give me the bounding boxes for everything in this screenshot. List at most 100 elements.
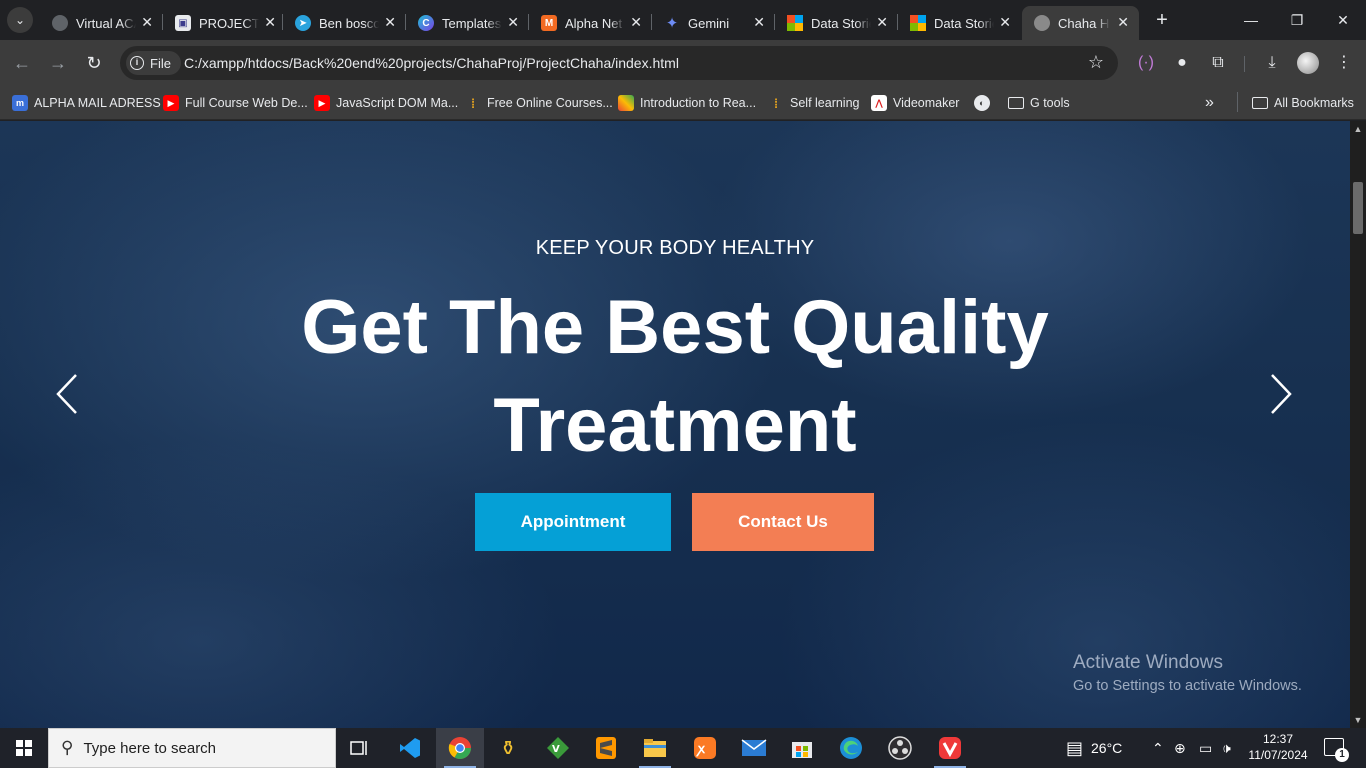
restore-button[interactable]: ❐ (1274, 0, 1320, 40)
close-window-button[interactable]: ✕ (1320, 0, 1366, 40)
carousel-next-icon[interactable] (1266, 371, 1296, 417)
scroll-thumb[interactable] (1353, 182, 1363, 234)
close-icon[interactable]: ✕ (141, 14, 153, 31)
taskbar-mail[interactable] (730, 728, 778, 768)
mail-m-icon: M (541, 15, 557, 31)
colorful-icon (618, 95, 634, 111)
taskbar-vscode[interactable] (386, 728, 434, 768)
bookmark-label: Free Online Courses... (487, 96, 613, 110)
close-icon[interactable]: ✕ (264, 14, 276, 31)
site-chip-label: File (150, 55, 171, 71)
bookmark-label: Introduction to Rea... (640, 96, 757, 110)
gemini-icon: ✦ (665, 15, 679, 32)
profile-avatar[interactable] (1297, 52, 1319, 74)
activate-windows-watermark: Activate Windows Go to Settings to activ… (1073, 652, 1302, 694)
bookmark-web-course[interactable]: ▶ Full Course Web De... (163, 92, 308, 114)
taskbar-lamp[interactable]: ⚱ (484, 728, 532, 768)
tab-title: Templates (442, 15, 502, 31)
task-view-button[interactable] (336, 728, 384, 768)
close-icon[interactable]: ✕ (630, 14, 642, 31)
close-icon[interactable]: ✕ (876, 14, 888, 31)
bookmark-globe[interactable]: ◐ (974, 92, 996, 114)
tab-search-button[interactable]: ⌄ (7, 7, 33, 33)
obs-icon (888, 736, 912, 760)
minimize-button[interactable]: — (1228, 0, 1274, 40)
taskbar-vim[interactable]: V (534, 728, 582, 768)
extension-icon[interactable]: (·) (1134, 51, 1158, 75)
bookmark-js-dom[interactable]: ▶ JavaScript DOM Ma... (314, 92, 458, 114)
address-bar[interactable]: i File C:/xampp/htdocs/Back%20end%20proj… (120, 46, 1118, 80)
bookmark-alpha-mail[interactable]: m ALPHA MAIL ADRESS (12, 92, 161, 114)
system-clock[interactable]: 12:37 11/07/2024 (1246, 731, 1310, 763)
taskbar-store[interactable] (778, 728, 826, 768)
taskbar-vivaldi[interactable] (926, 728, 974, 768)
tab-title: Gemini (688, 15, 730, 31)
forward-button[interactable]: → (45, 50, 71, 76)
taskbar-chrome[interactable] (436, 728, 484, 768)
tab-data-stories-1[interactable]: Data Storie ✕ (775, 6, 898, 40)
close-icon[interactable]: ✕ (999, 14, 1011, 31)
close-icon[interactable]: ✕ (1117, 14, 1129, 31)
mail-icon (741, 739, 767, 756)
puzzle-icon[interactable]: ⧉ (1206, 51, 1230, 75)
watermark-subtitle: Go to Settings to activate Windows. (1073, 678, 1302, 694)
bookmarks-overflow-button[interactable]: » (1205, 92, 1214, 114)
bookmark-label: Full Course Web De... (185, 96, 308, 110)
show-hidden-icons[interactable]: ⌃ (1152, 728, 1164, 768)
edge-icon (840, 737, 862, 759)
close-icon[interactable]: ✕ (384, 14, 396, 31)
tab-title: Data Storie (811, 15, 871, 31)
tab-alpha-net[interactable]: M Alpha Net ✕ (529, 6, 652, 40)
start-button[interactable] (0, 728, 48, 768)
url-text[interactable]: C:/xampp/htdocs/Back%20end%20projects/Ch… (184, 55, 679, 71)
bookmark-self-learning[interactable]: ⁞ Self learning (768, 92, 860, 114)
scroll-up-icon[interactable]: ▲ (1350, 121, 1366, 137)
tab-project[interactable]: ▣ PROJECT| ✕ (163, 6, 286, 40)
volume-control[interactable]: 🕩 (1222, 728, 1231, 768)
search-placeholder: Type here to search (83, 739, 217, 757)
close-icon[interactable]: ✕ (753, 14, 765, 31)
all-bookmarks-button[interactable]: All Bookmarks (1252, 92, 1354, 114)
tab-chaha-home[interactable]: Chaha Ho ✕ (1022, 6, 1139, 40)
menu-dots-icon[interactable]: ⋮ (1332, 51, 1356, 75)
taskbar-search-box[interactable]: ⚲ Type here to search (48, 728, 336, 768)
tab-gemini[interactable]: ✦ Gemini ✕ (652, 6, 775, 40)
close-icon[interactable]: ✕ (507, 14, 519, 31)
tab-templates[interactable]: C Templates ✕ (406, 6, 529, 40)
back-button[interactable]: ← (9, 50, 35, 76)
tab-data-stories-2[interactable]: Data Storie ✕ (898, 6, 1021, 40)
new-tab-button[interactable]: + (1150, 8, 1174, 32)
extension-circle-icon[interactable]: ● (1170, 51, 1194, 75)
scroll-down-icon[interactable]: ▼ (1350, 712, 1366, 728)
taskbar-sublime[interactable] (582, 728, 630, 768)
battery-status[interactable]: ▭ (1199, 728, 1212, 768)
microsoft-icon (787, 15, 803, 31)
close-icon: ✕ (1337, 12, 1349, 28)
tab-title: PROJECT| (199, 15, 259, 31)
speaker-icon: 🕩 (1222, 739, 1231, 756)
temperature: 26°C (1091, 740, 1123, 756)
bookmark-intro-react[interactable]: Introduction to Rea... (618, 92, 756, 114)
reload-button[interactable]: ↻ (81, 50, 107, 76)
contact-us-button[interactable]: Contact Us (692, 493, 874, 551)
clock-date: 11/07/2024 (1248, 748, 1308, 762)
tab-ben-boscom[interactable]: ➤ Ben boscom ✕ (283, 6, 406, 40)
network-status[interactable]: ⊕ (1174, 728, 1186, 768)
bookmark-label: ALPHA MAIL ADRESS (34, 96, 161, 110)
download-icon[interactable]: ⤓ (1260, 51, 1284, 75)
tab-virtual-aca[interactable]: Virtual ACA ✕ (40, 6, 163, 40)
taskbar-edge[interactable] (827, 728, 875, 768)
taskbar-obs[interactable] (876, 728, 924, 768)
taskbar-file-explorer[interactable] (631, 728, 679, 768)
site-info-chip[interactable]: i File (126, 51, 181, 75)
page-scrollbar[interactable]: ▲ ▼ (1350, 121, 1366, 728)
bookmark-videomaker[interactable]: ⋀ Videomaker (871, 92, 959, 114)
tab-title: Data Storie (934, 15, 994, 31)
bookmark-star-icon[interactable]: ☆ (1088, 52, 1104, 73)
weather-widget[interactable]: ▤ 26°C (1066, 728, 1122, 768)
taskbar-xampp[interactable]: ꭗ (681, 728, 729, 768)
carousel-prev-icon[interactable] (52, 371, 82, 417)
bookmark-free-courses[interactable]: ⁞ Free Online Courses... (465, 92, 613, 114)
appointment-button[interactable]: Appointment (475, 493, 671, 551)
bookmark-folder-g-tools[interactable]: G tools (1008, 92, 1070, 114)
